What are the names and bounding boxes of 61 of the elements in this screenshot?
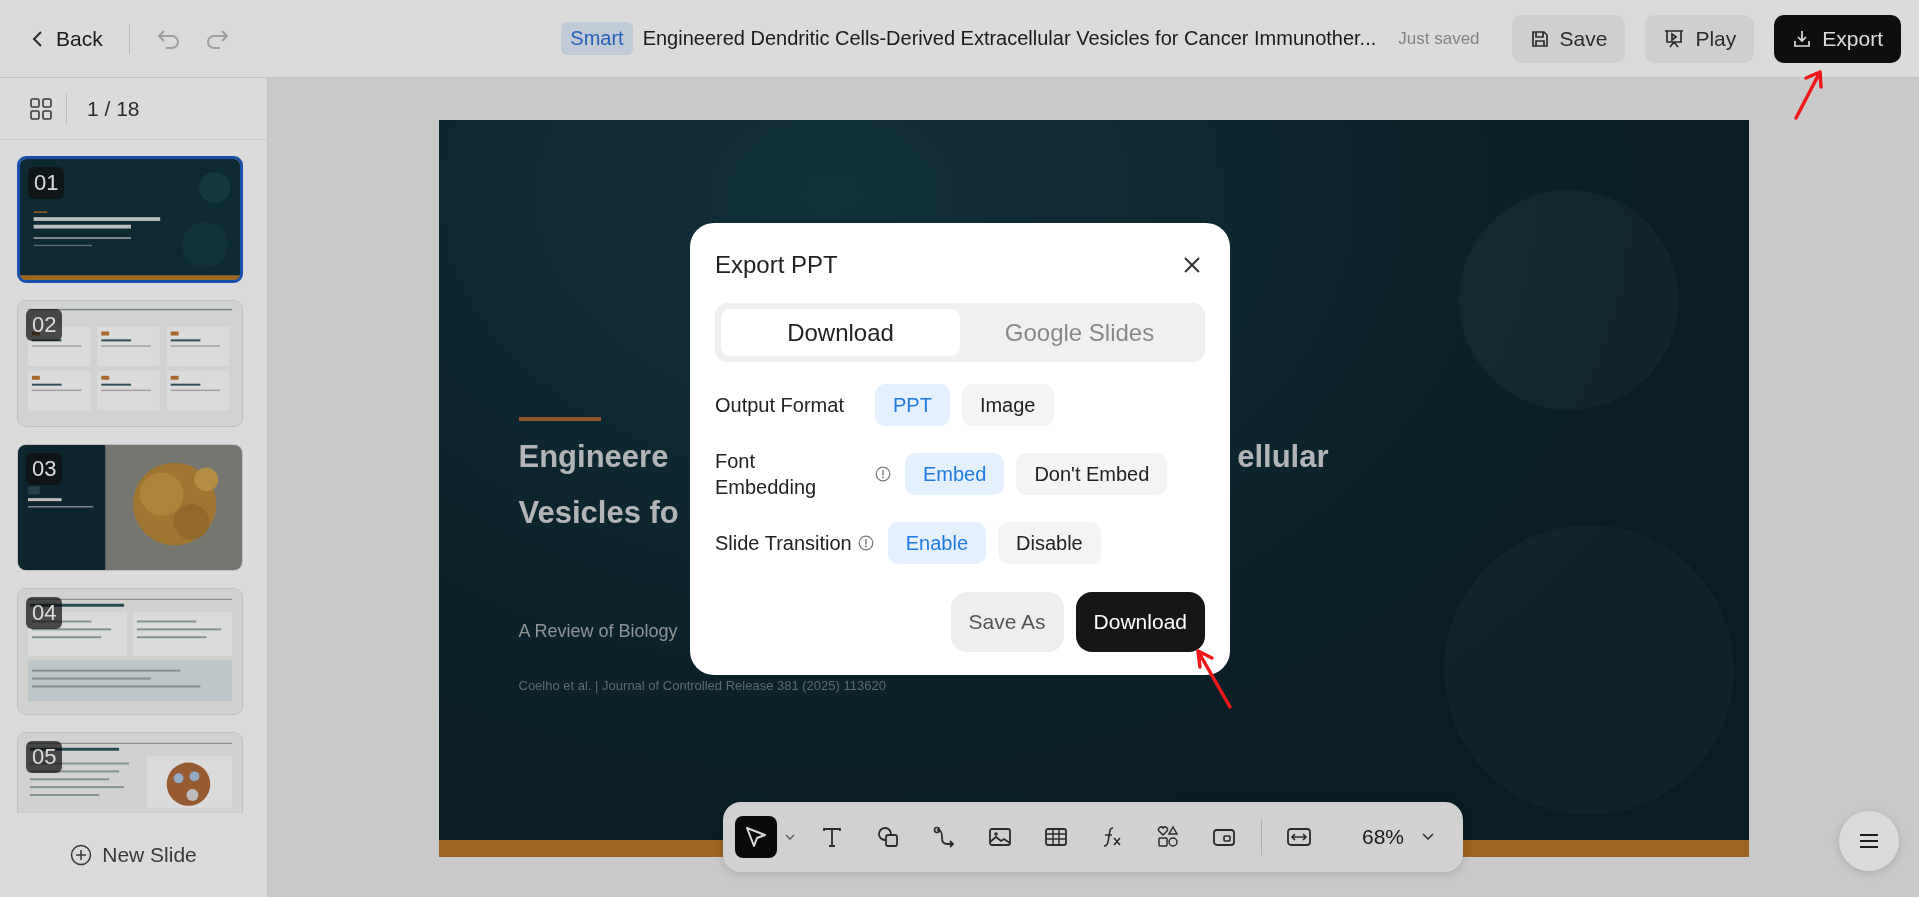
slide-thumbnail[interactable]: 05 xyxy=(17,732,243,813)
slide-number: 01 xyxy=(28,167,65,199)
option-chip[interactable]: Don't Embed xyxy=(1016,453,1168,495)
slide-number: 03 xyxy=(26,453,63,485)
dialog-tab[interactable]: Download xyxy=(721,309,960,356)
save-icon xyxy=(1529,28,1550,49)
slide-citation: Coelho et al. | Journal of Controlled Release 381 (2025) 113620 xyxy=(518,678,886,693)
option-chip[interactable]: PPT xyxy=(875,384,950,426)
slide-title: Vesicles fo xyxy=(518,494,679,532)
slide-thumbnail[interactable]: 04 xyxy=(17,588,243,715)
save-status: Just saved xyxy=(1398,28,1480,49)
info-icon[interactable] xyxy=(875,466,891,482)
grid-view-icon[interactable] xyxy=(30,97,52,120)
fit-width-icon xyxy=(1286,825,1312,849)
menu-button[interactable] xyxy=(1839,811,1899,871)
plus-circle-icon xyxy=(70,844,93,866)
text-icon xyxy=(820,825,844,849)
option-chip[interactable]: Enable xyxy=(887,522,987,564)
dialog-title: Export PPT xyxy=(715,251,838,279)
connector-icon xyxy=(932,825,956,849)
option-label: Font Embedding xyxy=(715,449,818,500)
option-chip[interactable]: Disable xyxy=(998,522,1101,564)
elements-icon xyxy=(1156,825,1180,849)
save-button[interactable]: Save xyxy=(1511,14,1626,63)
download-icon xyxy=(1792,28,1813,49)
shapes-icon xyxy=(876,825,900,849)
slide-title: ellular xyxy=(1237,438,1329,476)
option-chip[interactable]: Image xyxy=(961,384,1054,426)
option-label: Slide Transition xyxy=(715,531,852,556)
chevron-left-icon xyxy=(32,29,44,48)
close-icon xyxy=(1183,256,1201,274)
select-tool-button[interactable] xyxy=(735,816,777,858)
cursor-icon xyxy=(743,824,769,850)
download-button[interactable]: Download xyxy=(1075,592,1205,652)
new-slide-button[interactable]: New Slide xyxy=(64,842,203,868)
menu-icon xyxy=(1859,833,1879,849)
save-as-button[interactable]: Save As xyxy=(950,592,1064,652)
presentation-icon xyxy=(1663,28,1686,49)
option-chip[interactable]: Embed xyxy=(905,453,1005,495)
slide-number: 02 xyxy=(26,309,63,341)
back-button[interactable]: Back xyxy=(26,20,109,57)
caret-icon xyxy=(1422,833,1435,841)
caret-icon[interactable] xyxy=(785,833,795,841)
zoom-dropdown[interactable]: 68% xyxy=(1356,824,1441,850)
slide-thumbnail[interactable]: 02 xyxy=(17,300,243,427)
slide-title: Engineere xyxy=(518,438,669,476)
undo-icon xyxy=(155,27,182,50)
option-label: Output Format xyxy=(715,393,845,418)
play-button[interactable]: Play xyxy=(1645,14,1755,63)
page-counter: 1 / 18 xyxy=(87,96,140,121)
table-icon xyxy=(1044,825,1068,849)
slide-number: 04 xyxy=(26,597,63,629)
image-icon xyxy=(988,825,1012,849)
slide-thumbnail[interactable]: 01 xyxy=(17,156,243,283)
export-button[interactable]: Export xyxy=(1774,14,1901,63)
slide-subtitle: A Review of Biology xyxy=(518,621,678,642)
smart-badge: Smart xyxy=(561,22,633,55)
document-title[interactable]: Engineered Dendritic Cells-Derived Extracellular Vesicles for Cancer Immunother... xyxy=(642,27,1377,50)
slide-number: 05 xyxy=(26,741,63,773)
slide-thumbnail[interactable]: 03 xyxy=(17,444,243,571)
info-icon[interactable] xyxy=(857,535,874,551)
